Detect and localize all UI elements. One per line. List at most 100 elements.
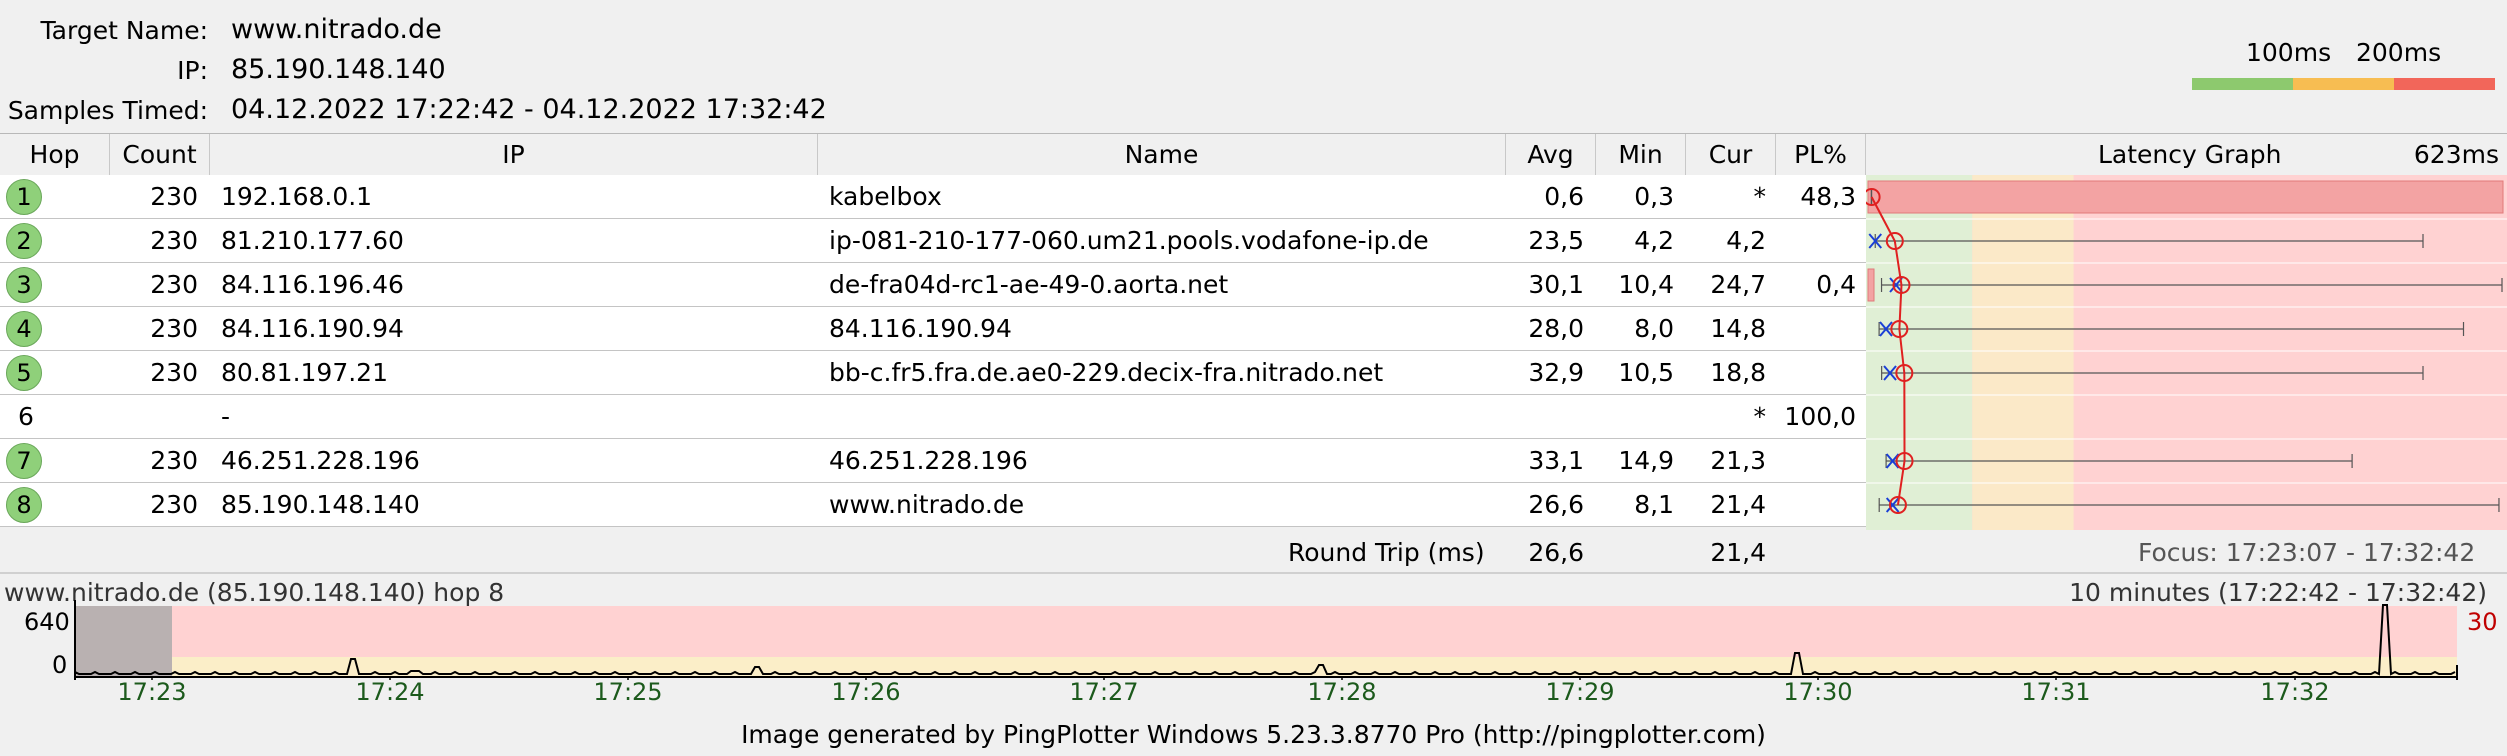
col-avg[interactable]: Avg: [1506, 134, 1596, 176]
cell-avg: 23,5: [1528, 226, 1584, 255]
table-row[interactable]: 1 230 192.168.0.1 kabelbox 0,6 0,3 * 48,3: [0, 175, 1866, 219]
col-hop[interactable]: Hop: [0, 134, 110, 176]
cell-ip: -: [221, 402, 231, 431]
cell-name: 46.251.228.196: [829, 446, 1028, 475]
timeline-tick-label: 17:25: [593, 678, 663, 706]
hop-badge: 3: [6, 267, 42, 303]
samples-timed-value: 04.12.2022 17:22:42 - 04.12.2022 17:32:4…: [231, 94, 827, 125]
timeline-unfocused-region: [75, 606, 172, 677]
packet-loss-bar: [1867, 180, 2504, 214]
cell-cur: 24,7: [1710, 270, 1766, 299]
cell-ip: 84.116.190.94: [221, 314, 404, 343]
cell-pl: 48,3: [1800, 182, 1856, 211]
hop-badge: 8: [6, 487, 42, 523]
cell-ip: 192.168.0.1: [221, 182, 373, 211]
table-row[interactable]: 4 230 84.116.190.94 84.116.190.94 28,0 8,0 14,…: [0, 307, 1866, 351]
hop-badge: 2: [6, 223, 42, 259]
cell-avg: 0,6: [1544, 182, 1584, 211]
cell-pl: [1776, 351, 1856, 395]
timeline-tick-label: 17:30: [1783, 678, 1853, 706]
col-min[interactable]: Min: [1596, 134, 1686, 176]
target-name-value: www.nitrado.de: [231, 14, 442, 45]
cell-count: 230: [150, 358, 198, 387]
scale-100ms-label: 100ms: [2246, 38, 2332, 67]
latency-graph-max: 623ms: [2413, 140, 2499, 169]
cell-ip: 46.251.228.196: [221, 446, 420, 475]
cell-count: 230: [150, 182, 198, 211]
cell-name: www.nitrado.de: [829, 490, 1025, 519]
col-latency-graph[interactable]: Latency Graph 623ms: [1866, 134, 2507, 176]
cell-avg: 33,1: [1528, 446, 1584, 475]
table-row[interactable]: 3 230 84.116.196.46 de-fra04d-rc1-ae-49-0.a…: [0, 263, 1866, 307]
cell-min: 10,4: [1618, 270, 1674, 299]
timeline-tick-label: 17:29: [1545, 678, 1615, 706]
cell-count: 230: [150, 226, 198, 255]
cell-pl: [1776, 483, 1856, 527]
table-row[interactable]: 8 230 85.190.148.140 www.nitrado.de 26,6 8,1 2…: [0, 483, 1866, 527]
cell-count: 230: [150, 446, 198, 475]
divider: [0, 572, 2507, 574]
cell-count: 230: [150, 270, 198, 299]
cell-pl: [1776, 439, 1856, 483]
cell-avg: 30,1: [1528, 270, 1584, 299]
cell-count: 230: [150, 314, 198, 343]
cell-min: 10,5: [1618, 358, 1674, 387]
focus-range: Focus: 17:23:07 - 17:32:42: [2138, 538, 2476, 567]
target-name-label: Target Name:: [40, 16, 208, 45]
round-trip-cur: 21,4: [1710, 538, 1766, 567]
cell-min: [1596, 395, 1674, 439]
cell-min: 4,2: [1634, 226, 1674, 255]
table-row[interactable]: 7 230 46.251.228.196 46.251.228.196 33,1 14,9…: [0, 439, 1866, 483]
table-header: Hop Count IP Name Avg Min Cur PL% Latenc…: [0, 133, 2507, 177]
hop-badge: 4: [6, 311, 42, 347]
cell-count: [110, 395, 198, 439]
table-row[interactable]: 2 230 81.210.177.60 ip-081-210-177-060.um21…: [0, 219, 1866, 263]
cell-min: 8,0: [1634, 314, 1674, 343]
samples-timed-label: Samples Timed:: [7, 96, 208, 125]
cell-cur: 4,2: [1726, 226, 1766, 255]
footer-credit: Image generated by PingPlotter Windows 5…: [741, 720, 1766, 749]
cell-name: 84.116.190.94: [829, 314, 1012, 343]
timeline-tick-label: 17:32: [2260, 678, 2330, 706]
col-cur[interactable]: Cur: [1686, 134, 1776, 176]
hop-badge: 5: [6, 355, 42, 391]
cell-ip: 85.190.148.140: [221, 490, 420, 519]
ip-label: IP:: [177, 56, 208, 85]
timeline-graph[interactable]: [0, 600, 2507, 680]
round-trip-avg: 26,6: [1528, 538, 1584, 567]
cell-cur: *: [1753, 402, 1767, 431]
table-row[interactable]: 5 230 80.81.197.21 bb-c.fr5.fra.de.ae0-229.…: [0, 351, 1866, 395]
timeline-tick-label: 17:26: [831, 678, 901, 706]
latency-graph-title: Latency Graph: [2098, 140, 2282, 169]
cell-min: 0,3: [1634, 182, 1674, 211]
cell-name: de-fra04d-rc1-ae-49-0.aorta.net: [829, 270, 1229, 299]
zone-warn: [1972, 175, 2074, 530]
cell-name: bb-c.fr5.fra.de.ae0-229.decix-fra.nitrad…: [829, 358, 1384, 387]
scale-good-bar: [2192, 78, 2293, 90]
cell-cur: 14,8: [1710, 314, 1766, 343]
cell-ip: 84.116.196.46: [221, 270, 404, 299]
trace-table: Hop Count IP Name Avg Min Cur PL% Latenc…: [0, 133, 2507, 567]
cell-cur: 21,3: [1710, 446, 1766, 475]
col-ip[interactable]: IP: [210, 134, 818, 176]
hop-badge: 7: [6, 443, 42, 479]
col-count[interactable]: Count: [110, 134, 210, 176]
cell-name: ip-081-210-177-060.um21.pools.vodafone-i…: [829, 226, 1429, 255]
cell-min: 14,9: [1618, 446, 1674, 475]
round-trip-label: Round Trip (ms): [1288, 538, 1485, 567]
col-name[interactable]: Name: [818, 134, 1506, 176]
table-row[interactable]: 6 - * 100,0: [0, 395, 1866, 439]
timeline-tick-label: 17:27: [1069, 678, 1139, 706]
cell-name: kabelbox: [829, 182, 942, 211]
round-trip-row: Round Trip (ms) 26,6 21,4 Focus: 17:23:0…: [0, 530, 2507, 576]
hop-badge: 1: [6, 179, 42, 215]
cell-pl: [1776, 219, 1856, 263]
cell-avg: 28,0: [1528, 314, 1584, 343]
timeline-tick-label: 17:23: [117, 678, 187, 706]
packet-loss-bar: [1867, 268, 1875, 302]
col-pl[interactable]: PL%: [1776, 134, 1866, 176]
cell-name: [829, 395, 1499, 439]
cell-pl: 100,0: [1784, 402, 1856, 431]
timeline-tick-label: 17:31: [2021, 678, 2091, 706]
scale-bad-bar: [2394, 78, 2495, 90]
